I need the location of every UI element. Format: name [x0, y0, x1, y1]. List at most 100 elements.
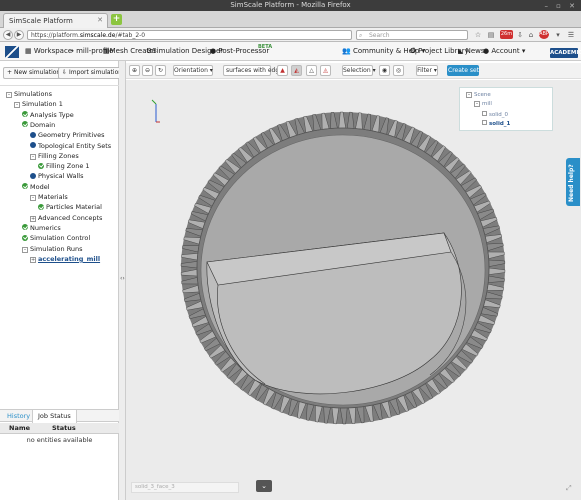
tree-node[interactable]: Topological Entity Sets: [30, 141, 111, 151]
filter-dropdown[interactable]: Filter ▾: [416, 65, 438, 76]
panel-splitter[interactable]: ‹›: [119, 61, 126, 500]
tree-node-label: Analysis Type: [30, 110, 74, 119]
tree-node[interactable]: Domain: [22, 120, 55, 130]
new-simulation-button[interactable]: + New simulation: [3, 67, 65, 79]
visibility-checkbox[interactable]: [482, 111, 487, 116]
url-suffix: /#tab_2-0: [115, 32, 146, 39]
collapse-toggle-icon[interactable]: –: [474, 101, 480, 107]
reading-list-icon[interactable]: ▤: [486, 30, 496, 40]
tree-node[interactable]: Analysis Type: [22, 110, 74, 120]
check-icon: [22, 121, 28, 128]
import-simulation-button[interactable]: ⇩ Import simulation: [58, 67, 127, 79]
close-tab-icon[interactable]: ✕: [97, 16, 103, 24]
tree-node[interactable]: Geometry Primitives: [30, 130, 105, 140]
browser-tab-label: SimScale Platform: [9, 17, 73, 25]
tree-toggle-icon[interactable]: –: [14, 102, 20, 109]
left-panel: + New simulation ⇩ Import simulation – Si…: [0, 61, 127, 500]
browser-search-input[interactable]: ⌕ Search: [356, 30, 468, 40]
tree-node-label: Simulations: [14, 90, 53, 98]
addon-badge[interactable]: 26m: [500, 30, 513, 39]
tab-history[interactable]: History: [2, 410, 35, 422]
create-set-button[interactable]: Create set: [447, 65, 479, 76]
tree-toggle-icon[interactable]: +: [30, 256, 36, 263]
selection-dropdown[interactable]: Selection ▾: [342, 65, 376, 76]
render-wire-icon[interactable]: △: [306, 65, 317, 76]
tree-node-label: Materials: [38, 193, 68, 201]
column-name[interactable]: Name: [9, 423, 30, 434]
hide-eye-icon[interactable]: ◉: [379, 65, 390, 76]
tree-node[interactable]: – Materials: [30, 192, 68, 202]
tree-toggle-icon[interactable]: –: [6, 92, 12, 98]
visibility-checkbox[interactable]: [482, 120, 487, 125]
need-help-label: Need help?: [568, 164, 575, 202]
tree-node[interactable]: – Simulation 1: [14, 99, 63, 109]
gear-model[interactable]: [126, 80, 581, 500]
adblock-icon[interactable]: ABP: [539, 30, 549, 39]
check-icon: [22, 111, 28, 118]
render-points-icon[interactable]: ◬: [320, 65, 331, 76]
simulation-tree: – Simulations – Simulation 1 Analysis Type Do…: [0, 85, 119, 263]
tree-node-label: Simulation Runs: [30, 244, 83, 253]
tree-toggle-icon[interactable]: +: [30, 215, 36, 222]
forward-icon[interactable]: ▶: [14, 30, 24, 40]
menu-icon[interactable]: ☰: [566, 30, 576, 40]
collapse-toggle-icon[interactable]: –: [466, 92, 472, 98]
new-tab-button[interactable]: +: [111, 14, 122, 25]
scene-root-node[interactable]: – Scene: [466, 92, 491, 98]
tree-node[interactable]: – Filling Zones: [30, 151, 79, 161]
render-mode-dropdown[interactable]: surfaces with edg: [223, 65, 279, 76]
workspace-link[interactable]: ▦ Workspace: [25, 47, 72, 55]
selection-input[interactable]: solid_3_face_3: [131, 482, 239, 493]
home-icon[interactable]: ⌂: [526, 30, 536, 40]
orientation-dropdown[interactable]: Orientation ▾: [173, 65, 213, 76]
tree-toggle-icon[interactable]: –: [30, 153, 36, 160]
import-icon: ⇩: [62, 69, 68, 76]
orientation-label: Orientation: [174, 67, 208, 74]
tree-node[interactable]: + Advanced Concepts: [30, 213, 102, 223]
tree-node[interactable]: Physical Walls: [30, 171, 84, 181]
import-simulation-label: Import simulation: [68, 69, 123, 76]
back-icon[interactable]: ◀: [3, 30, 13, 40]
search-icon: ⌕: [359, 32, 363, 39]
column-status[interactable]: Status: [52, 423, 76, 434]
tree-node-label: Model: [30, 182, 50, 191]
scene-mill-node[interactable]: – mill: [474, 101, 492, 107]
tree-node[interactable]: Model: [22, 182, 50, 192]
need-help-button[interactable]: Need help?: [566, 158, 580, 206]
scene-solid-0[interactable]: solid_0: [482, 111, 508, 118]
tree-node[interactable]: – Simulations: [6, 89, 52, 99]
browser-tab[interactable]: SimScale Platform ✕: [3, 13, 108, 28]
zoom-out-icon[interactable]: ⊖: [142, 65, 153, 76]
tree-node[interactable]: + accelerating_mill: [30, 254, 100, 264]
render-mode-label: surfaces with edg: [226, 67, 280, 74]
account-label: Account: [491, 47, 520, 55]
news-link[interactable]: ◣ News: [458, 47, 485, 55]
url-bar[interactable]: https://platform.simscale.de/#tab_2-0: [27, 30, 352, 40]
expand-icon[interactable]: ⤢: [566, 484, 572, 493]
zoom-in-icon[interactable]: ⊕: [129, 65, 140, 76]
reset-view-icon[interactable]: ↻: [155, 65, 166, 76]
scene-solid-1[interactable]: solid_1: [482, 120, 510, 127]
account-menu[interactable]: ● Account ▾: [483, 47, 525, 55]
3d-viewport[interactable]: [126, 80, 581, 500]
tree-toggle-icon[interactable]: –: [22, 246, 28, 253]
tree-node-label: Topological Entity Sets: [38, 141, 112, 150]
viewer-toolbar: ⊕ ⊖ ↻ Orientation ▾ surfaces with edg ▲ …: [126, 63, 581, 79]
extension-icon[interactable]: ▾: [553, 30, 563, 40]
selection-label: Selection: [343, 67, 371, 74]
show-eye-icon[interactable]: ◎: [393, 65, 404, 76]
tab-job-status[interactable]: Job Status: [32, 410, 77, 423]
tree-node[interactable]: Filling Zone 1: [38, 161, 90, 171]
tree-node[interactable]: – Simulation Runs: [22, 244, 83, 254]
star-icon[interactable]: ☆: [473, 30, 483, 40]
tree-node[interactable]: Numerics: [22, 223, 61, 233]
simscale-logo[interactable]: [5, 46, 19, 58]
new-simulation-label: New simulation: [13, 69, 61, 76]
tree-node[interactable]: Simulation Control: [22, 233, 90, 243]
downloads-icon[interactable]: ⇩: [515, 30, 525, 40]
render-solid-icon[interactable]: ▲: [277, 65, 288, 76]
tree-node[interactable]: Particles Material: [38, 202, 102, 212]
render-edges-icon[interactable]: ◭: [291, 65, 302, 76]
chevron-down-icon[interactable]: ⌄: [256, 480, 272, 492]
tree-toggle-icon[interactable]: –: [30, 195, 36, 201]
